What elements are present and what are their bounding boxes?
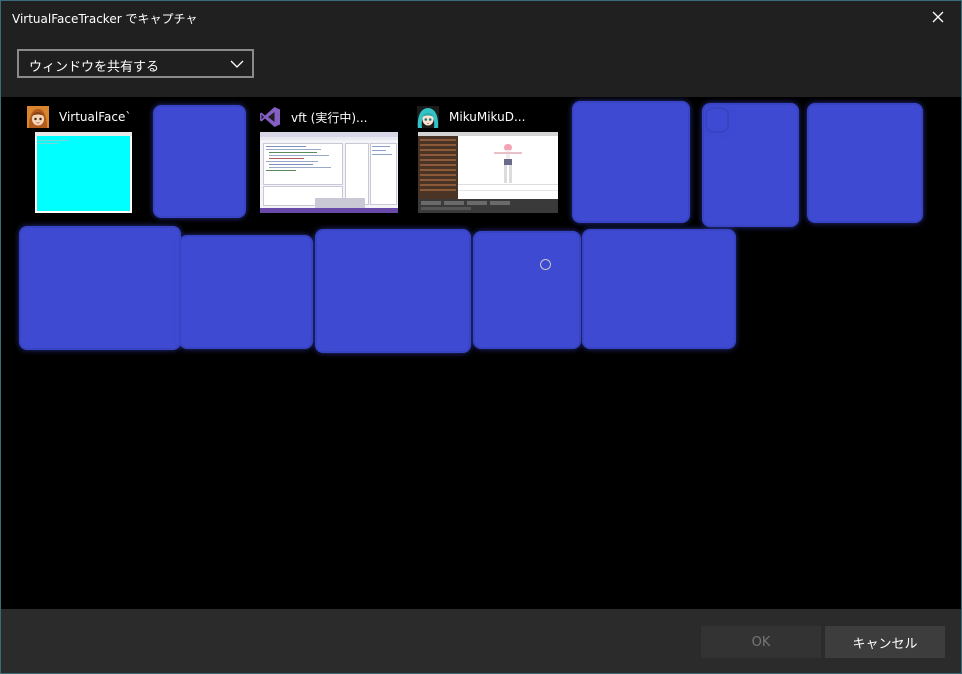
cancel-button[interactable]: キャンセル [825,626,945,658]
redacted-window-tile[interactable] [574,103,688,221]
visual-studio-icon [260,107,280,127]
redacted-window-tile[interactable] [181,237,311,347]
tile-header: vft (実行中)... [259,106,367,128]
title-bar: VirtualFaceTracker でキャプチャ [1,1,961,33]
tile-label: VirtualFace` [59,110,132,124]
capture-dialog: VirtualFaceTracker でキャプチャ ウィンドウを共有する Vir… [0,0,962,674]
redacted-window-tile[interactable] [21,228,179,348]
tile-header: MikuMikuD... [417,106,525,128]
redacted-window-tile[interactable] [317,231,469,351]
window-grid: VirtualFace` vft (実行中)... MikuMikuD... [1,97,961,609]
redacted-window-tile[interactable] [584,231,734,347]
ok-button[interactable]: OK [701,626,821,658]
window-tile-mikumikudance[interactable]: MikuMikuD... [417,106,559,216]
dropdown-value: ウィンドウを共有する [29,60,160,75]
redacted-window-tile[interactable] [475,233,579,347]
miku-avatar-icon [417,106,439,128]
window-thumbnail [35,132,132,213]
window-title: VirtualFaceTracker でキャプチャ [12,12,198,26]
tile-label: vft (実行中)... [291,110,368,125]
cursor-ring [540,259,551,270]
dialog-footer: OK キャンセル [1,609,961,673]
redacted-window-tile[interactable] [707,109,727,131]
window-thumbnail [418,132,558,213]
redacted-window-tile[interactable] [155,107,244,216]
close-button[interactable] [915,1,961,33]
anime-avatar-icon [27,106,49,128]
window-tile-visual-studio[interactable]: vft (実行中)... [259,106,399,216]
close-icon [932,11,944,23]
share-mode-dropdown[interactable]: ウィンドウを共有する [17,49,254,78]
toolbar: ウィンドウを共有する [1,33,961,97]
tile-label: MikuMikuD... [449,110,526,124]
chevron-down-icon [230,60,244,68]
redacted-window-tile[interactable] [809,105,921,221]
window-tile-virtualface[interactable]: VirtualFace` [27,106,137,216]
window-thumbnail [260,132,398,213]
tile-header: VirtualFace` [27,106,131,128]
